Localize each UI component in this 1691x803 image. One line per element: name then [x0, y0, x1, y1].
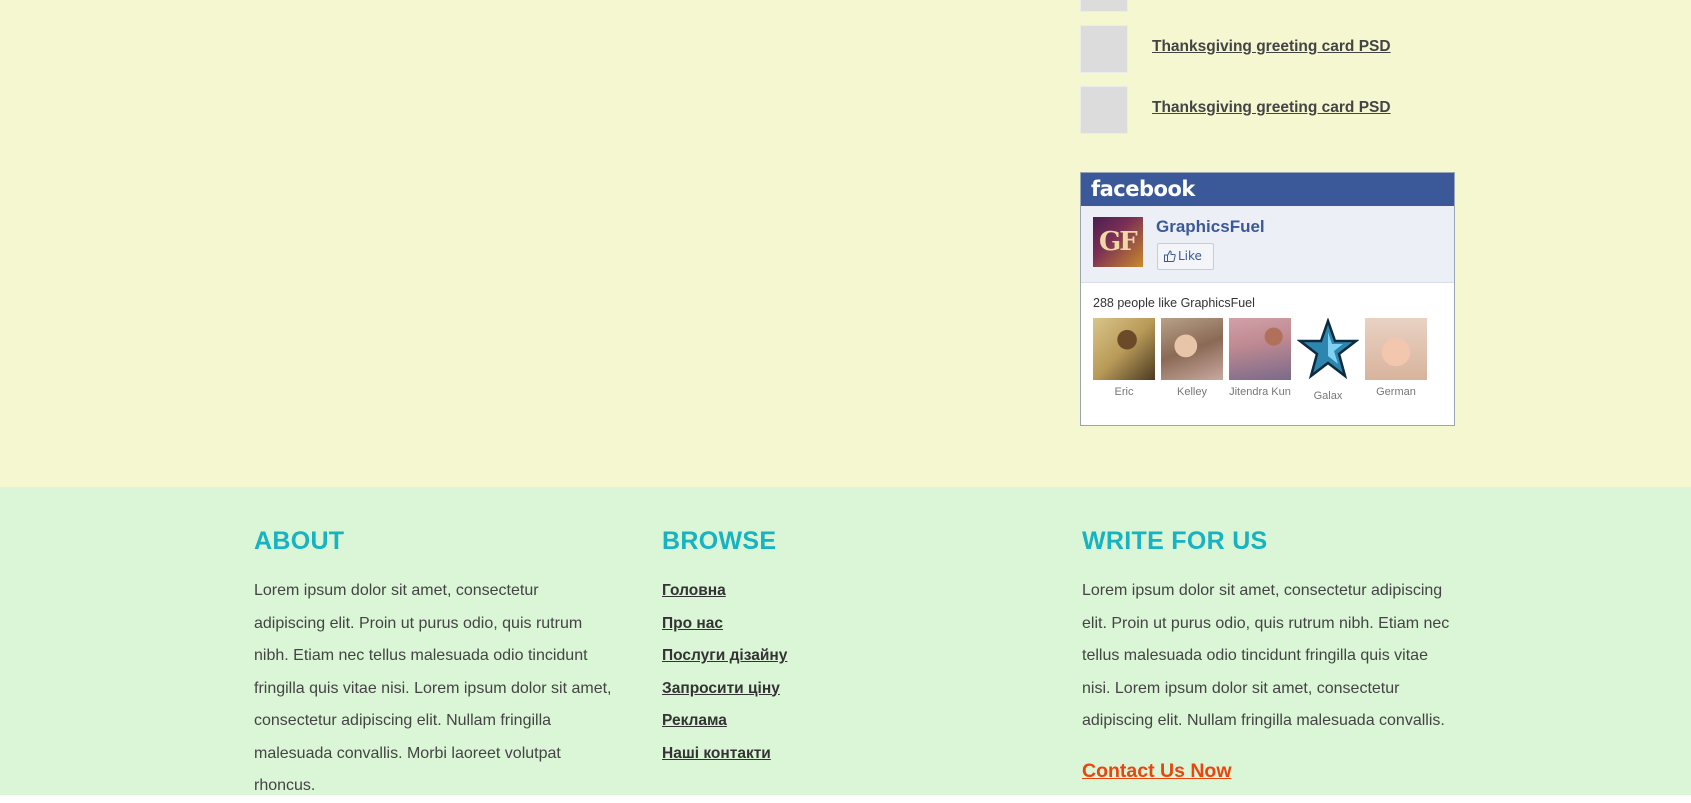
browse-link-home[interactable]: Головна — [662, 582, 726, 599]
fan-name: Kelley — [1177, 386, 1207, 398]
related-post-link[interactable]: Thanksgiving greeting card PSD — [1152, 99, 1391, 117]
list-item: Наші контакти — [662, 738, 787, 771]
browse-link-quote[interactable]: Запросити ціну — [662, 680, 780, 697]
like-button-label: Like — [1178, 249, 1202, 263]
about-text: Lorem ipsum dolor sit amet, consectetur … — [254, 582, 612, 794]
fan-count: 288 people like GraphicsFuel — [1093, 296, 1255, 310]
fan-avatar[interactable] — [1093, 318, 1155, 380]
related-post-thumbnail[interactable] — [1080, 0, 1128, 12]
fan-avatar[interactable] — [1229, 318, 1291, 380]
fan-item[interactable]: Eric — [1093, 318, 1155, 398]
browse-title: BROWSE — [662, 527, 777, 555]
facebook-page-name[interactable]: GraphicsFuel — [1156, 217, 1265, 237]
related-post-link[interactable]: Thanksgiving greeting card PSD — [1152, 38, 1391, 56]
thumbs-up-icon — [1164, 250, 1176, 262]
list-item: Про нас — [662, 608, 787, 641]
list-item: Реклама — [662, 705, 787, 738]
browse-link-contacts[interactable]: Наші контакти — [662, 745, 771, 762]
star-avatar-icon[interactable] — [1296, 317, 1360, 380]
list-item: Запросити ціну — [662, 673, 787, 706]
list-item: Послуги дізайну — [662, 640, 787, 673]
write-title: WRITE FOR US — [1082, 527, 1268, 555]
page-logo[interactable]: GF — [1093, 217, 1143, 267]
fan-item[interactable]: Jitendra Kun — [1229, 318, 1291, 398]
write-text: Lorem ipsum dolor sit amet, consectetur … — [1082, 582, 1450, 729]
browse-link-advertising[interactable]: Реклама — [662, 712, 727, 729]
facebook-page-row: GF GraphicsFuel Like — [1081, 206, 1454, 283]
fan-item[interactable]: Kelley — [1161, 318, 1223, 398]
contact-us-link[interactable]: Contact Us Now — [1082, 760, 1232, 783]
facebook-like-button[interactable]: Like — [1157, 243, 1214, 270]
related-post-thumbnail[interactable] — [1080, 25, 1128, 73]
fan-name: Jitendra Kun — [1229, 386, 1291, 398]
facebook-like-box: facebook GF GraphicsFuel Like 288 people… — [1080, 172, 1455, 426]
fan-item[interactable]: German — [1365, 318, 1427, 398]
about-title: ABOUT — [254, 527, 345, 555]
fan-name: German — [1376, 386, 1416, 398]
browse-link-services[interactable]: Послуги дізайну — [662, 647, 787, 664]
browse-link-about[interactable]: Про нас — [662, 615, 723, 632]
fan-avatar[interactable] — [1161, 318, 1223, 380]
facebook-header[interactable]: facebook — [1081, 173, 1454, 206]
browse-links: Головна Про нас Послуги дізайну Запросит… — [662, 575, 787, 770]
page-logo-text: GF — [1099, 227, 1138, 257]
related-post-thumbnail[interactable] — [1080, 86, 1128, 134]
fan-name: Galax — [1313, 390, 1343, 402]
fan-avatar[interactable] — [1365, 318, 1427, 380]
list-item: Головна — [662, 575, 787, 608]
fan-item[interactable]: Galax — [1296, 317, 1360, 402]
fan-name: Eric — [1114, 386, 1134, 398]
